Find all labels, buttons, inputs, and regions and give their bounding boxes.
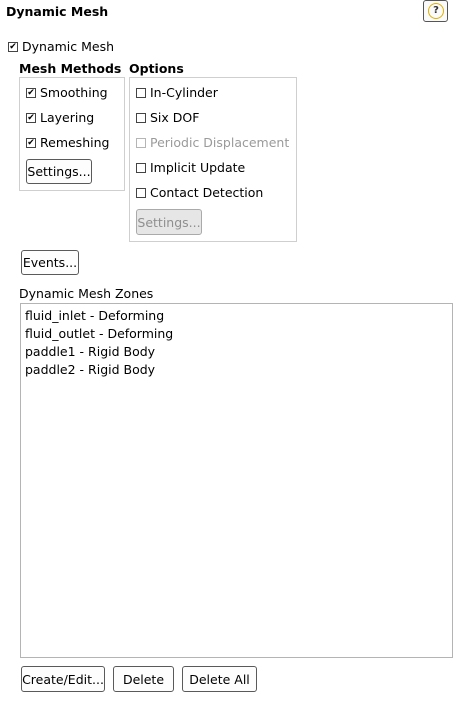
contact-detection-option[interactable]: Contact Detection <box>136 185 263 200</box>
dynamic-mesh-label: Dynamic Mesh <box>22 39 115 54</box>
six-dof-option[interactable]: Six DOF <box>136 110 199 125</box>
periodic-displacement-option: Periodic Displacement <box>136 135 289 150</box>
periodic-displacement-checkbox <box>136 137 146 148</box>
zone-item-paddle2[interactable]: paddle2 - Rigid Body <box>25 361 448 379</box>
smoothing-option[interactable]: ✔ Smoothing <box>26 85 108 100</box>
zone-item-paddle1[interactable]: paddle1 - Rigid Body <box>25 343 448 361</box>
implicit-update-checkbox[interactable] <box>136 162 146 173</box>
implicit-update-label: Implicit Update <box>150 160 246 175</box>
contact-detection-label: Contact Detection <box>150 185 264 200</box>
smoothing-checkbox[interactable]: ✔ <box>26 87 36 98</box>
layering-option[interactable]: ✔ Layering <box>26 110 94 125</box>
periodic-displacement-label: Periodic Displacement <box>150 135 290 150</box>
layering-checkbox[interactable]: ✔ <box>26 112 36 123</box>
in-cylinder-checkbox[interactable] <box>136 87 146 98</box>
options-settings-button: Settings... <box>136 209 202 235</box>
remeshing-checkbox[interactable]: ✔ <box>26 137 36 148</box>
zones-list[interactable]: fluid_inlet - Deforming fluid_outlet - D… <box>20 303 453 658</box>
six-dof-checkbox[interactable] <box>136 112 146 123</box>
contact-detection-checkbox[interactable] <box>136 187 146 198</box>
in-cylinder-option[interactable]: In-Cylinder <box>136 85 218 100</box>
remeshing-label: Remeshing <box>40 135 110 150</box>
dynamic-mesh-toggle[interactable]: ✔ Dynamic Mesh <box>8 39 114 54</box>
six-dof-label: Six DOF <box>150 110 200 125</box>
delete-button[interactable]: Delete <box>113 666 174 692</box>
question-mark-icon: ? <box>428 3 444 19</box>
create-edit-button[interactable]: Create/Edit... <box>21 666 105 692</box>
implicit-update-option[interactable]: Implicit Update <box>136 160 245 175</box>
layering-label: Layering <box>40 110 95 125</box>
in-cylinder-label: In-Cylinder <box>150 85 218 100</box>
panel-title: Dynamic Mesh <box>6 4 109 19</box>
dynamic-mesh-checkbox[interactable]: ✔ <box>8 41 18 52</box>
remeshing-option[interactable]: ✔ Remeshing <box>26 135 109 150</box>
zone-item-fluid-inlet[interactable]: fluid_inlet - Deforming <box>25 307 448 325</box>
zone-item-fluid-outlet[interactable]: fluid_outlet - Deforming <box>25 325 448 343</box>
help-button[interactable]: ? <box>423 0 448 22</box>
delete-all-button[interactable]: Delete All <box>182 666 257 692</box>
options-title: Options <box>129 61 184 76</box>
smoothing-label: Smoothing <box>40 85 108 100</box>
zones-title: Dynamic Mesh Zones <box>19 286 154 301</box>
mesh-methods-settings-button[interactable]: Settings... <box>26 159 92 184</box>
events-button[interactable]: Events... <box>21 250 79 275</box>
mesh-methods-title: Mesh Methods <box>19 61 122 76</box>
